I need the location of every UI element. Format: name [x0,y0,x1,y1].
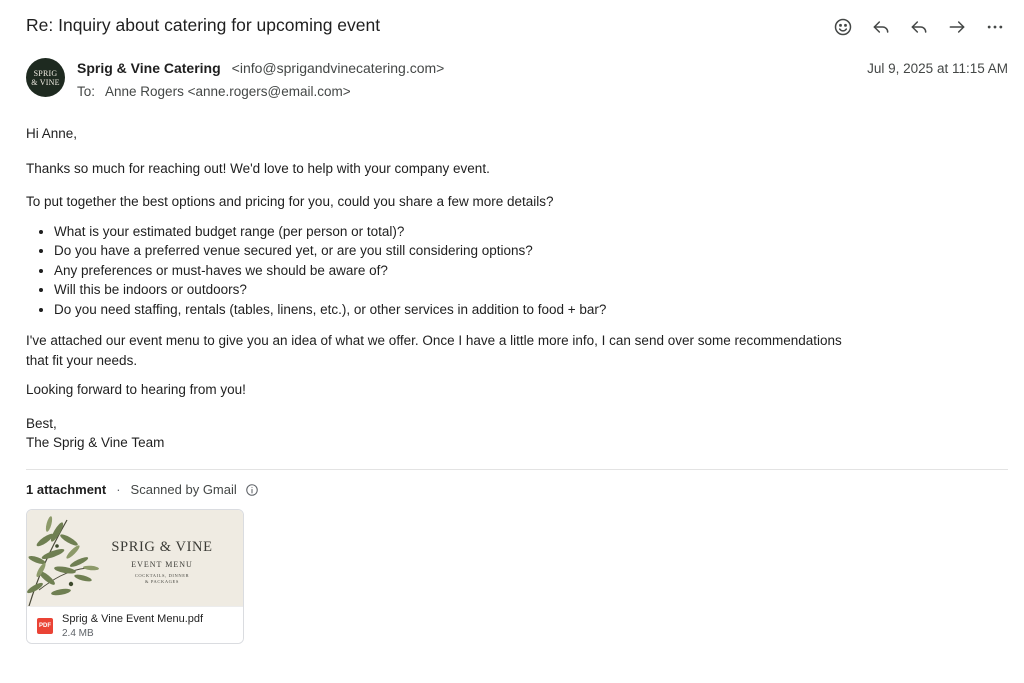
recipient-line: To: Anne Rogers <anne.rogers@email.com> [77,84,351,99]
attachment-footer[interactable]: PDF Sprig & Vine Event Menu.pdf 2.4 MB [27,606,243,643]
more-icon [987,25,1003,29]
thumbnail-subtitle: EVENT MENU [131,560,193,569]
attachment-count: 1 attachment [26,482,107,497]
reply-all-icon [911,21,927,33]
list-item: What is your estimated budget range (per… [54,222,876,242]
question-list: What is your estimated budget range (per… [26,222,876,320]
reply-all-button[interactable] [904,14,934,40]
olive-branch-illustration [27,516,99,606]
list-item: Any preferences or must-haves we should … [54,261,876,281]
closing-text: Looking forward to hearing from you! [26,382,246,397]
greeting-text: Hi Anne, [26,126,78,141]
list-item: Will this be indoors or outdoors? [54,280,876,300]
attached-text-line2: that fit your needs. [26,352,138,368]
message-date: Jul 9, 2025 at 11:15 AM [867,61,1008,76]
attached-text-line1: I've attached our event menu to give you… [26,333,842,348]
list-item: Do you need staffing, rentals (tables, l… [54,300,876,320]
thumbnail-small-text: COCKTAILS, DINNER & PACKAGES [119,573,205,585]
recipient-value[interactable]: Anne Rogers <anne.rogers@email.com> [105,84,351,99]
emoji-icon [834,18,852,36]
thanks-text: Thanks so much for reaching out! We'd lo… [26,160,490,176]
attachments-header: 1 attachment · Scanned by Gmail [26,482,259,497]
sender-line: Sprig & Vine Catering <info@sprigandvine… [77,60,444,76]
to-label: To: [77,84,96,99]
avatar-text-line1: SPRIG [33,68,58,78]
sender-name[interactable]: Sprig & Vine Catering [77,60,221,76]
email-subject: Re: Inquiry about catering for upcoming … [26,15,381,35]
separator-dot: · [116,482,121,497]
scan-label: Scanned by Gmail [130,482,237,497]
thumbnail-small-line2: & PACKAGES [145,579,179,584]
forward-icon [949,21,965,33]
avatar-text-line2: & VINE [31,77,60,87]
signature-text: The Sprig & Vine Team [26,435,165,450]
attachment-filename: Sprig & Vine Event Menu.pdf [62,613,204,625]
thumbnail-title: SPRIG & VINE [111,539,213,555]
attachments-divider [26,469,1008,470]
reply-icon [873,21,889,33]
attachment-thumbnail[interactable]: SPRIG & VINE EVENT MENU COCKTAILS, DINNE… [27,510,243,606]
forward-button[interactable] [942,14,972,40]
sender-avatar[interactable]: SPRIG & VINE [26,58,65,97]
signoff-text: Best, [26,415,57,431]
attachment-card[interactable]: SPRIG & VINE EVENT MENU COCKTAILS, DINNE… [26,509,244,644]
list-item: Do you have a preferred venue secured ye… [54,241,876,261]
intro-text: To put together the best options and pri… [26,194,554,209]
sender-email[interactable]: <info@sprigandvinecatering.com> [232,60,445,76]
info-icon[interactable] [245,483,259,497]
message-toolbar [828,14,1010,40]
more-options-button[interactable] [980,14,1010,40]
emoji-react-button[interactable] [828,14,858,40]
pdf-file-icon: PDF [37,618,53,634]
reply-button[interactable] [866,14,896,40]
message-body: Hi Anne, Thanks so much for reaching out… [26,124,876,453]
attachment-filesize: 2.4 MB [62,628,94,639]
